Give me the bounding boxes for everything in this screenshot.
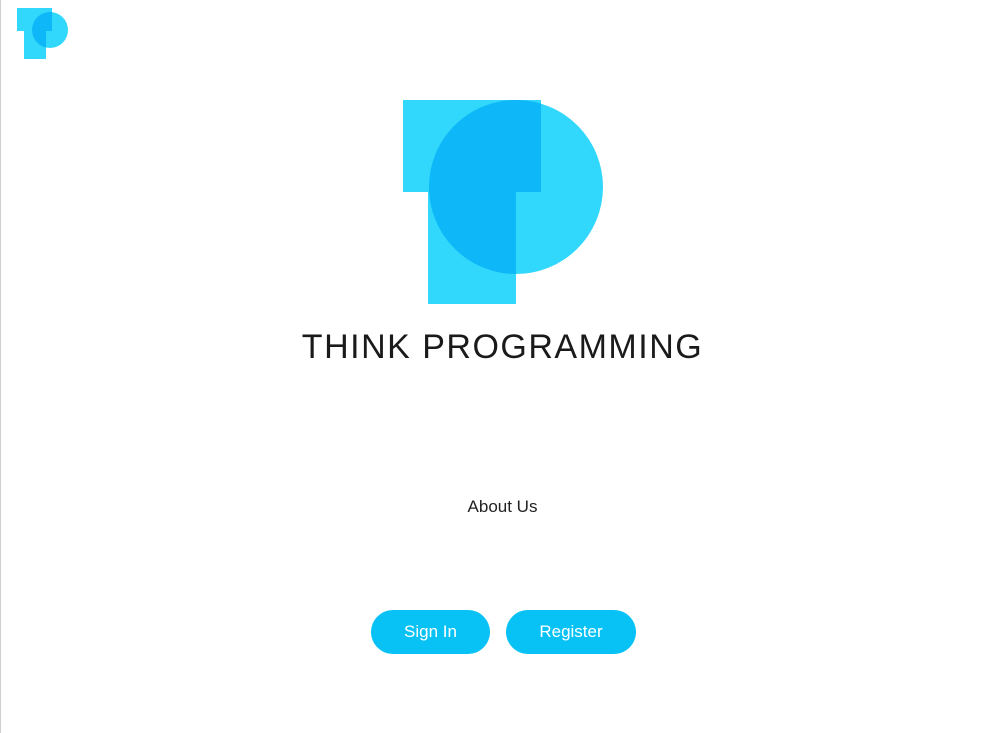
landing-page: THINK PROGRAMMING About Us Sign In Regis… [0,0,1003,733]
think-programming-logo-icon [403,100,603,304]
about-us-link[interactable]: About Us [468,497,538,516]
register-button[interactable]: Register [506,610,636,654]
about-us-container: About Us [1,497,1003,517]
sign-in-button[interactable]: Sign In [371,610,490,654]
brand-title: THINK PROGRAMMING [301,328,704,366]
home-logo-icon[interactable] [17,8,68,59]
